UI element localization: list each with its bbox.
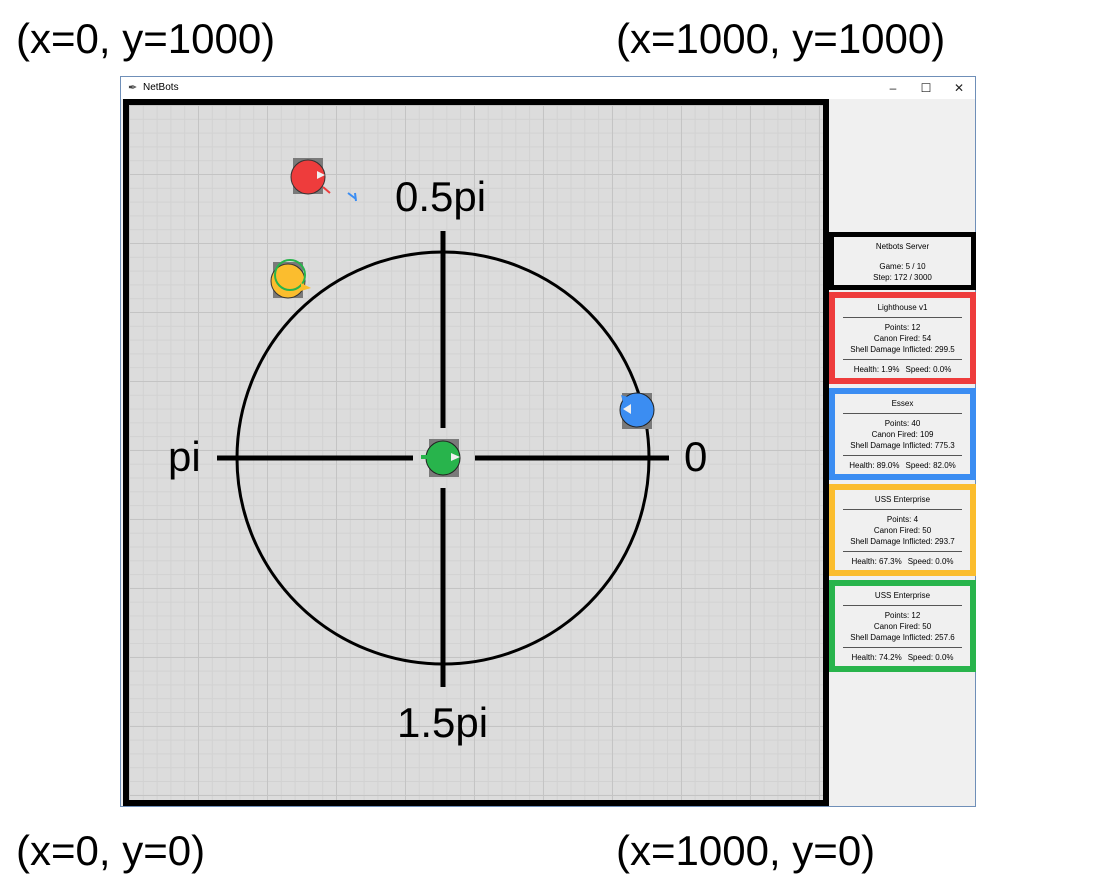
angle-label-zero: 0: [684, 433, 708, 480]
robot-yellow: [270, 259, 311, 299]
window-title: NetBots: [143, 82, 179, 93]
bot-points: Points: 4: [886, 515, 919, 524]
robot-red: [290, 158, 331, 195]
bot-panel-yellow: USS Enterprise Points: 4 Canon Fired: 50…: [829, 484, 976, 576]
bot-speed: Speed: 0.0%: [907, 557, 954, 566]
divider: [843, 413, 962, 414]
corner-label-top-left: (x=0, y=1000): [16, 15, 276, 62]
close-button[interactable]: ✕: [942, 77, 976, 99]
corner-label-top-right: (x=1000, y=1000): [616, 15, 946, 62]
bot-canon-fired: Canon Fired: 50: [873, 526, 932, 535]
divider: [843, 455, 962, 456]
corner-label-bottom-right: (x=1000, y=0): [616, 827, 876, 874]
minimize-button[interactable]: –: [876, 77, 910, 99]
bot-name: Lighthouse v1: [877, 303, 928, 312]
angle-label-pi: pi: [168, 433, 201, 480]
bot-damage: Shell Damage Inflicted: 293.7: [850, 537, 955, 546]
bot-health: Health: 89.0%: [849, 461, 900, 470]
divider: [843, 317, 962, 318]
feather-icon: ✒: [128, 82, 138, 94]
game-counter: Game: 5 / 10: [879, 262, 926, 271]
bot-panel-blue: Essex Points: 40 Canon Fired: 109 Shell …: [829, 388, 976, 480]
divider: [843, 551, 962, 552]
bot-points: Points: 12: [884, 323, 921, 332]
bot-name: USS Enterprise: [874, 495, 931, 504]
robot-heading-arrow: [301, 283, 311, 291]
bot-canon-fired: Canon Fired: 109: [871, 430, 934, 439]
robot-turret: [421, 455, 429, 459]
angle-label-one-half-pi: 1.5pi: [397, 699, 489, 746]
divider: [843, 359, 962, 360]
divider: [843, 647, 962, 648]
robot-green: [421, 439, 461, 477]
corner-label-bottom-left: (x=0, y=0): [16, 827, 206, 874]
bot-damage: Shell Damage Inflicted: 299.5: [850, 345, 955, 354]
server-panel: Netbots Server Game: 5 / 10 Step: 172 / …: [829, 232, 976, 290]
divider: [843, 509, 962, 510]
bot-name: Essex: [891, 399, 914, 408]
bot-panel-green: USS Enterprise Points: 12 Canon Fired: 5…: [829, 580, 976, 672]
bot-panel-red: Lighthouse v1 Points: 12 Canon Fired: 54…: [829, 292, 976, 384]
bot-name: USS Enterprise: [874, 591, 931, 600]
shell: [347, 192, 357, 202]
bot-canon-fired: Canon Fired: 54: [873, 334, 932, 343]
bot-health: Health: 74.2%: [851, 653, 902, 662]
bot-health: Health: 67.3%: [851, 557, 902, 566]
divider: [843, 605, 962, 606]
angle-label-half-pi: 0.5pi: [395, 173, 487, 220]
maximize-button[interactable]: ☐: [909, 77, 943, 99]
title-bar[interactable]: ✒ NetBots – ☐ ✕: [121, 77, 975, 99]
bot-speed: Speed: 0.0%: [905, 365, 952, 374]
bot-canon-fired: Canon Fired: 50: [873, 622, 932, 631]
robot-blue: [619, 392, 655, 429]
bot-points: Points: 40: [884, 419, 921, 428]
bot-points: Points: 12: [884, 611, 921, 620]
robot-trail: [322, 186, 331, 194]
bot-health: Health: 1.9%: [853, 365, 900, 374]
server-name: Netbots Server: [875, 242, 930, 251]
bot-speed: Speed: 0.0%: [907, 653, 954, 662]
step-counter: Step: 172 / 3000: [873, 273, 932, 282]
bot-speed: Speed: 82.0%: [905, 461, 956, 470]
bot-damage: Shell Damage Inflicted: 257.6: [850, 633, 955, 642]
bot-damage: Shell Damage Inflicted: 775.3: [850, 441, 955, 450]
